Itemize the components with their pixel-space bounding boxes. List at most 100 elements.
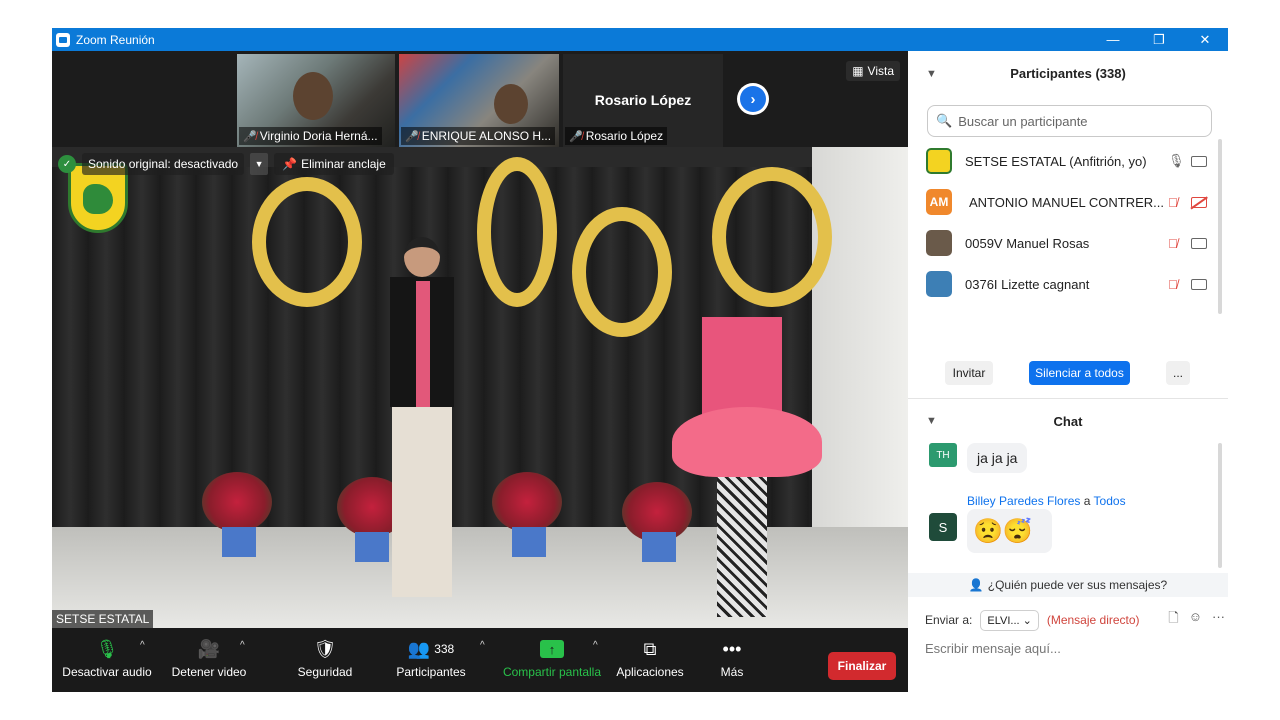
- recipient-value: ELVI...: [987, 614, 1020, 627]
- shield-icon: ✓: [58, 155, 76, 173]
- more-options-button[interactable]: ...: [1166, 361, 1190, 385]
- chevron-down-icon[interactable]: ▼: [926, 68, 937, 80]
- mute-all-button[interactable]: Silenciar a todos: [1029, 361, 1130, 385]
- mic-muted-icon[interactable]: 🎙̸: [1168, 277, 1178, 292]
- visibility-text: ¿Quién puede ver sus mensajes?: [987, 578, 1168, 592]
- chat-scrollbar[interactable]: [1218, 443, 1222, 568]
- performer-skirt: [672, 407, 822, 477]
- invite-button[interactable]: Invitar: [945, 361, 993, 385]
- participant-thumbnail[interactable]: Rosario López 🎤̸ Rosario López: [563, 54, 723, 147]
- recipient-name: Todos: [1093, 494, 1126, 508]
- avatar: [926, 230, 952, 256]
- thumbnail-name: 🎤̸ Rosario López: [565, 127, 668, 145]
- flower-pot: [512, 527, 546, 557]
- thumbnail-name: 🎤̸ ENRIQUE ALONSO H...: [401, 127, 556, 145]
- participant-row[interactable]: 0376I Lizette cagnant 🎙̸: [908, 264, 1218, 304]
- close-button[interactable]: ✕: [1182, 28, 1228, 51]
- thumbnail-name-text: Virginio Doria Herná...: [259, 129, 378, 143]
- minimize-button[interactable]: —: [1090, 28, 1136, 51]
- video-camera-icon[interactable]: [1191, 155, 1207, 167]
- apps-button[interactable]: ⧉ Aplicaciones: [615, 636, 685, 680]
- participants-title: Participantes (338): [1010, 66, 1126, 81]
- video-off-icon[interactable]: [1191, 196, 1207, 208]
- participant-row[interactable]: SETSE ESTATAL (Anfitrión, yo) 🎙: [908, 141, 1218, 181]
- chevron-up-icon[interactable]: ^: [593, 640, 598, 651]
- video-camera-icon[interactable]: [1191, 237, 1207, 249]
- thumbnail-name-text: ENRIQUE ALONSO H...: [421, 129, 552, 143]
- next-page-button[interactable]: ›: [737, 83, 769, 115]
- chevron-down-icon[interactable]: ▼: [250, 153, 269, 175]
- self-name-label: SETSE ESTATAL: [52, 610, 154, 628]
- shield-icon: 🛡: [313, 638, 337, 659]
- view-label: Vista: [867, 64, 894, 78]
- balloon-letter: [252, 177, 362, 307]
- unpin-label: Eliminar anclaje: [301, 157, 386, 171]
- share-screen-button[interactable]: ↑ Compartir pantalla ^: [501, 636, 603, 679]
- chevron-up-icon[interactable]: ^: [140, 640, 145, 651]
- emoji-icon[interactable]: ☺: [1189, 609, 1202, 631]
- microphone-icon: 🎙: [95, 638, 119, 659]
- security-label: Seguridad: [297, 665, 353, 679]
- mic-muted-icon[interactable]: 🎙̸: [1168, 195, 1178, 210]
- stop-video-button[interactable]: 🎥 Detener video ^: [164, 636, 254, 680]
- apps-icon: ⧉: [643, 638, 657, 659]
- participant-name: 0059V Manuel Rosas: [965, 235, 1090, 251]
- thumbnail-strip: 🎤̸ Virginio Doria Herná... 🎤̸ ENRIQUE AL…: [52, 51, 908, 147]
- file-icon[interactable]: 🗋: [1168, 609, 1178, 631]
- view-button[interactable]: ▦ Vista: [846, 61, 900, 81]
- ellipsis-icon: •••: [722, 638, 742, 659]
- window-title: Zoom Reunión: [76, 32, 155, 47]
- participants-button[interactable]: 👥 338 Participantes ^: [392, 636, 484, 680]
- mic-muted-icon: 🎤̸: [243, 130, 257, 143]
- meeting-toolbar: 🎙 Desactivar audio ^ 🎥 Detener video ^ 🛡…: [52, 628, 908, 692]
- participant-thumbnail[interactable]: 🎤̸ Virginio Doria Herná...: [237, 54, 395, 147]
- participant-scrollbar[interactable]: [1218, 139, 1222, 314]
- message-visibility-link[interactable]: 👤 ¿Quién puede ver sus mensajes?: [908, 573, 1228, 597]
- participant-list: SETSE ESTATAL (Anfitrión, yo) 🎙 AM ANTON…: [908, 141, 1228, 311]
- share-screen-icon: ↑: [540, 640, 564, 658]
- mute-audio-button[interactable]: 🎙 Desactivar audio ^: [62, 636, 152, 680]
- search-placeholder: Buscar un participante: [958, 113, 1088, 129]
- video-label: Detener video: [171, 665, 247, 679]
- performer-male: [382, 237, 462, 597]
- participant-name: 0376I Lizette cagnant: [965, 276, 1090, 292]
- unpin-button[interactable]: 📌 Eliminar anclaje: [274, 153, 394, 175]
- participant-row[interactable]: AM ANTONIO MANUEL CONTRER... 🎙̸: [908, 182, 1218, 222]
- avatar: TH: [929, 443, 957, 467]
- send-to-row: Enviar a: ELVI... ⌄ (Mensaje directo) 🗋 …: [925, 609, 1225, 631]
- balloon-letter: [477, 157, 557, 307]
- participants-label: Participantes: [396, 665, 466, 679]
- side-panel: ▼ Participantes (338) 🔍 Buscar un partic…: [908, 51, 1228, 692]
- participant-row[interactable]: 0059V Manuel Rosas 🎙̸: [908, 223, 1218, 263]
- share-label: Compartir pantalla: [502, 665, 602, 679]
- video-camera-icon[interactable]: [1191, 278, 1207, 290]
- avatar: AM: [926, 189, 952, 215]
- more-button[interactable]: ••• Más: [712, 636, 752, 680]
- original-sound-status[interactable]: Sonido original: desactivado: [82, 153, 245, 175]
- microphone-icon[interactable]: 🎙: [1168, 153, 1185, 169]
- recipient-select[interactable]: ELVI... ⌄: [980, 609, 1039, 631]
- performer-pants: [392, 407, 452, 597]
- chat-title: Chat: [1053, 413, 1083, 429]
- title-bar: Zoom Reunión — ❐ ✕: [52, 28, 1228, 51]
- chevron-down-icon[interactable]: ▼: [926, 415, 937, 427]
- share-icon-wrapper: ↑: [501, 636, 603, 662]
- security-button[interactable]: 🛡 Seguridad: [290, 636, 360, 680]
- participant-actions: Invitar Silenciar a todos ...: [908, 361, 1228, 387]
- end-meeting-button[interactable]: Finalizar: [828, 652, 896, 680]
- panel-divider: [908, 398, 1228, 399]
- flower-pot: [222, 527, 256, 557]
- chat-message-input[interactable]: Escribir mensaje aquí...: [925, 641, 1061, 656]
- chevron-up-icon[interactable]: ^: [240, 640, 245, 651]
- sender-name[interactable]: Billey Paredes Flores: [967, 494, 1080, 508]
- maximize-button[interactable]: ❐: [1136, 28, 1182, 51]
- participant-thumbnail[interactable]: 🎤̸ ENRIQUE ALONSO H...: [399, 54, 559, 147]
- mic-muted-icon[interactable]: 🎙̸: [1168, 236, 1178, 251]
- participant-search-input[interactable]: 🔍 Buscar un participante: [927, 105, 1212, 137]
- thumbnail-name-text: Rosario López: [585, 129, 664, 143]
- sender-connector: a: [1083, 494, 1091, 508]
- participant-name: SETSE ESTATAL (Anfitrión, yo): [965, 153, 1147, 169]
- flower-pot: [642, 532, 676, 562]
- ellipsis-icon[interactable]: ···: [1212, 609, 1225, 631]
- chevron-up-icon[interactable]: ^: [480, 640, 485, 651]
